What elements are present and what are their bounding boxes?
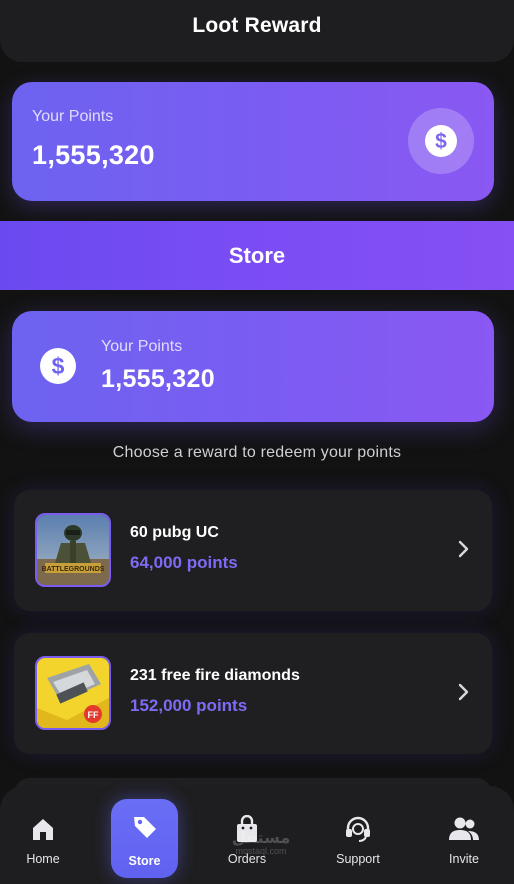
nav-item-orders[interactable]: Orders xyxy=(207,786,287,884)
svg-text:BATTLEGROUNDS: BATTLEGROUNDS xyxy=(42,566,105,573)
app-header: Loot Reward xyxy=(0,0,514,62)
points-label: Your Points xyxy=(32,108,114,125)
redeem-prompt: Choose a reward to redeem your points xyxy=(112,444,402,461)
points-value: 1,555,320 xyxy=(32,140,155,170)
reward-name: 231 free fire diamonds xyxy=(130,667,300,684)
store-section-header: Store xyxy=(0,221,514,290)
nav-item-store[interactable]: Store xyxy=(111,799,178,878)
home-icon xyxy=(30,816,56,842)
svg-text:$: $ xyxy=(435,130,447,153)
nav-item-home[interactable]: Home xyxy=(3,786,83,884)
nav-item-invite[interactable]: Invite xyxy=(424,786,504,884)
store-title: Store xyxy=(228,242,286,268)
nav-label-store: Store xyxy=(128,854,161,868)
tag-icon xyxy=(131,814,159,840)
reward-cost: 64,000 points xyxy=(130,553,238,572)
nav-label-invite: Invite xyxy=(449,852,479,866)
page-title: Loot Reward xyxy=(192,14,322,37)
bottom-navigation: Home Orders Support Invite xyxy=(0,786,514,884)
nav-label-home: Home xyxy=(26,852,60,866)
free-fire-thumbnail: FF xyxy=(35,656,111,730)
people-icon xyxy=(448,816,480,842)
svg-text:$: $ xyxy=(52,353,65,379)
chevron-right-icon xyxy=(458,683,470,706)
app-screen: Loot Reward Your Points 1,555,320 $ Stor… xyxy=(0,0,514,884)
points-summary-card: Your Points 1,555,320 $ xyxy=(12,82,494,201)
reward-cost: 152,000 points xyxy=(130,696,248,715)
nav-label-support: Support xyxy=(336,852,380,866)
store-points-card: $ Your Points 1,555,320 xyxy=(12,311,494,422)
store-points-label: Your Points xyxy=(101,338,183,355)
svg-text:FF: FF xyxy=(88,710,99,720)
dollar-coin-icon: $ xyxy=(39,347,77,390)
nav-item-support[interactable]: Support xyxy=(318,786,398,884)
headset-icon xyxy=(344,816,372,842)
reward-name: 60 pubg UC xyxy=(130,524,219,541)
store-points-value: 1,555,320 xyxy=(101,365,215,393)
chevron-right-icon xyxy=(458,540,470,563)
reward-item-free-fire[interactable]: FF 231 free fire diamonds 152,000 points xyxy=(14,633,492,754)
nav-label-orders: Orders xyxy=(227,852,267,866)
shopping-bag-icon xyxy=(234,815,260,842)
pubg-battlegrounds-thumbnail: BATTLEGROUNDS xyxy=(35,513,111,587)
reward-item-pubg[interactable]: BATTLEGROUNDS 60 pubg UC 64,000 points xyxy=(14,490,492,611)
dollar-coin-icon: $ xyxy=(408,108,474,174)
